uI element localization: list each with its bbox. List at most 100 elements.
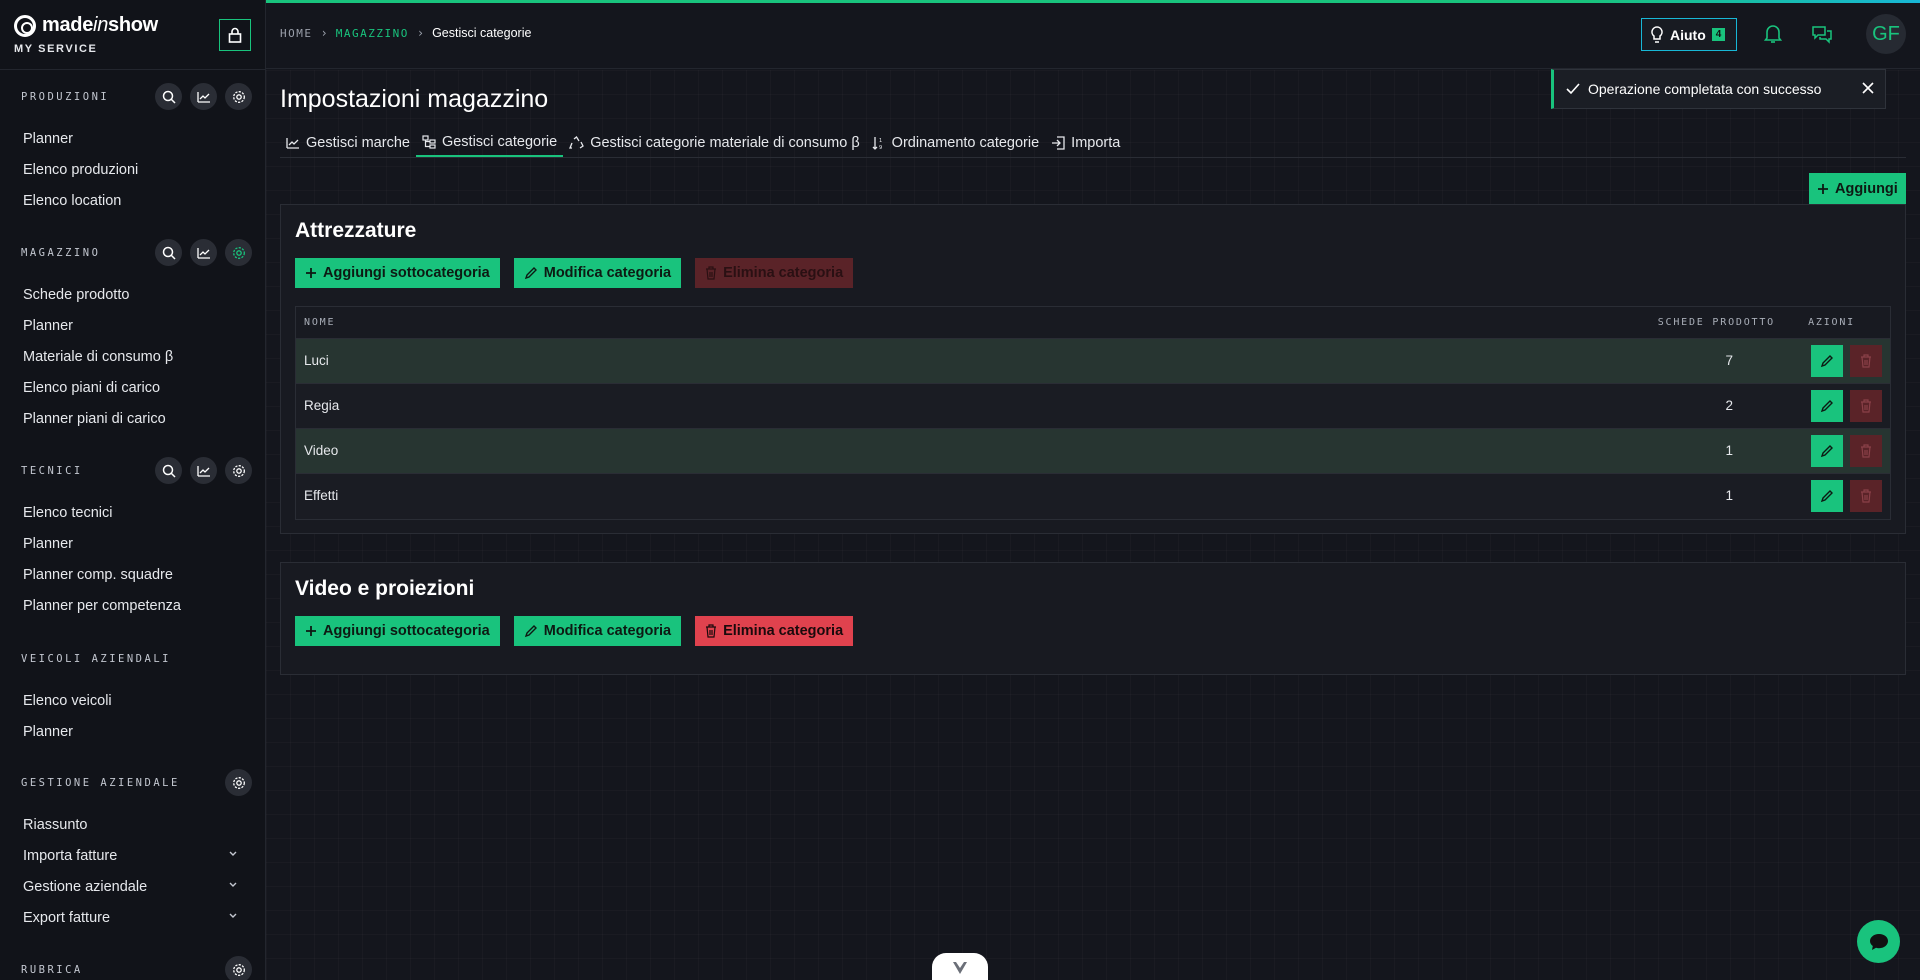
- row-edit-button[interactable]: [1811, 345, 1843, 377]
- sidebar-item-elenco-produzioni[interactable]: Elenco produzioni: [0, 154, 266, 185]
- add-subcategory-button[interactable]: Aggiungi sottocategoria: [295, 616, 500, 646]
- svg-text:1: 1: [879, 138, 882, 144]
- add-subcategory-button[interactable]: Aggiungi sottocategoria: [295, 258, 500, 288]
- section-header: RUBRICA: [0, 953, 266, 980]
- breadcrumb-home[interactable]: HOME: [280, 27, 313, 40]
- breadcrumb-magazzino[interactable]: MAGAZZINO: [336, 27, 409, 40]
- chart-icon[interactable]: [190, 457, 217, 484]
- search-icon[interactable]: [155, 83, 182, 110]
- nav-label: Export fatture: [23, 909, 111, 926]
- row-edit-button[interactable]: [1811, 480, 1843, 512]
- section-header: PRODUZIONI: [0, 80, 266, 114]
- tab-gestisci-marche[interactable]: Gestisci marche: [280, 128, 416, 157]
- delete-category-button[interactable]: Elimina categoria: [695, 258, 854, 288]
- table-row: Video 1: [296, 429, 1890, 474]
- sidebar-item-elenco-veicoli[interactable]: Elenco veicoli: [0, 685, 266, 716]
- sidebar-item-elenco-tecnici[interactable]: Elenco tecnici: [0, 497, 266, 528]
- row-delete-button[interactable]: [1850, 390, 1882, 422]
- tab-categorie-materiale-consumo[interactable]: Gestisci categorie materiale di consumo …: [563, 128, 865, 157]
- sidebar-section-magazzino: MAGAZZINO Schede prodotto Planner Materi…: [0, 236, 266, 434]
- trash-icon: [1861, 489, 1871, 503]
- svg-text:9: 9: [879, 145, 882, 150]
- sidebar-section-gestione: GESTIONE AZIENDALE Riassunto Importa fat…: [0, 766, 266, 933]
- btn-label: Modifica categoria: [543, 623, 672, 639]
- tab-gestisci-categorie[interactable]: Gestisci categorie: [415, 128, 564, 157]
- section-title: RUBRICA: [21, 964, 83, 976]
- sidebar-item-riassunto[interactable]: Riassunto: [0, 809, 266, 840]
- sidebar-item-export-fatture[interactable]: Export fatture: [0, 902, 266, 933]
- table-header: NOME SCHEDE PRODOTTO AZIONI: [296, 307, 1890, 339]
- lock-button[interactable]: [219, 19, 251, 51]
- nav-label: Gestione aziendale: [23, 878, 148, 895]
- section-title: MAGAZZINO: [21, 247, 101, 259]
- bell-icon[interactable]: [1764, 24, 1782, 44]
- row-name: Luci: [304, 353, 329, 368]
- chat-widget-button[interactable]: [1857, 920, 1900, 963]
- gear-icon[interactable]: [225, 239, 252, 266]
- pencil-icon: [1820, 490, 1833, 503]
- sidebar-item-planner[interactable]: Planner: [0, 716, 266, 747]
- sidebar-item-materiale-consumo[interactable]: Materiale di consumo β: [0, 341, 266, 372]
- sidebar-item-planner[interactable]: Planner: [0, 528, 266, 559]
- add-label: Aggiungi: [1835, 180, 1898, 197]
- plus-icon: [306, 626, 316, 636]
- chat-bubble-icon: [1869, 933, 1888, 950]
- row-count: 7: [1725, 353, 1733, 368]
- row-edit-button[interactable]: [1811, 390, 1843, 422]
- brand[interactable]: madeinshow MY SERVICE: [14, 14, 158, 55]
- gear-icon[interactable]: [225, 956, 252, 980]
- tab-label: Gestisci categorie materiale di consumo …: [590, 134, 860, 151]
- devtools-toggle[interactable]: [932, 953, 988, 980]
- gear-icon[interactable]: [225, 83, 252, 110]
- delete-category-button[interactable]: Elimina categoria: [695, 616, 854, 646]
- sidebar-item-schede-prodotto[interactable]: Schede prodotto: [0, 279, 266, 310]
- btn-label: Aggiungi sottocategoria: [323, 623, 490, 639]
- chart-icon[interactable]: [190, 83, 217, 110]
- gear-icon[interactable]: [225, 769, 252, 796]
- chevron-right-icon: ›: [416, 26, 425, 40]
- lock-icon: [228, 27, 242, 43]
- row-delete-button[interactable]: [1850, 480, 1882, 512]
- sidebar-item-elenco-piani-carico[interactable]: Elenco piani di carico: [0, 372, 266, 403]
- sidebar-item-gestione-aziendale[interactable]: Gestione aziendale: [0, 871, 266, 902]
- main-content: Impostazioni magazzino Operazione comple…: [266, 69, 1920, 980]
- help-count-badge: 4: [1711, 28, 1726, 41]
- sidebar-item-planner[interactable]: Planner: [0, 123, 266, 154]
- sidebar-item-importa-fatture[interactable]: Importa fatture: [0, 840, 266, 871]
- avatar[interactable]: GF: [1866, 14, 1906, 54]
- row-delete-button[interactable]: [1850, 345, 1882, 377]
- edit-category-button[interactable]: Modifica categoria: [513, 616, 682, 646]
- tab-ordinamento-categorie[interactable]: 19 Ordinamento categorie: [866, 128, 1046, 157]
- tab-importa[interactable]: Importa: [1045, 128, 1126, 157]
- close-icon[interactable]: [1861, 81, 1875, 95]
- vue-logo-icon: [953, 962, 967, 974]
- section-title: PRODUZIONI: [21, 91, 110, 103]
- settings-tabs: Gestisci marche Gestisci categorie Gesti…: [280, 128, 1906, 158]
- sidebar-item-planner-competenza[interactable]: Planner per competenza: [0, 590, 266, 621]
- sidebar: madeinshow MY SERVICE PRODUZIONI Planner…: [0, 0, 266, 980]
- sidebar-item-planner-piani-carico[interactable]: Planner piani di carico: [0, 403, 266, 434]
- search-icon[interactable]: [155, 239, 182, 266]
- col-header-count: SCHEDE PRODOTTO: [1657, 317, 1775, 328]
- sidebar-item-planner[interactable]: Planner: [0, 310, 266, 341]
- help-button[interactable]: Aiuto 4: [1641, 18, 1737, 51]
- section-title: GESTIONE AZIENDALE: [21, 777, 180, 789]
- trash-icon: [1861, 444, 1871, 458]
- section-header: GESTIONE AZIENDALE: [0, 766, 266, 800]
- category-tree-icon: [422, 134, 436, 149]
- edit-category-button[interactable]: Modifica categoria: [513, 258, 682, 288]
- sidebar-item-planner-comp-squadre[interactable]: Planner comp. squadre: [0, 559, 266, 590]
- chevron-right-icon: ›: [320, 26, 328, 40]
- add-category-button[interactable]: Aggiungi: [1809, 173, 1906, 204]
- chart-icon[interactable]: [190, 239, 217, 266]
- pencil-icon: [1820, 445, 1833, 458]
- row-edit-button[interactable]: [1811, 435, 1843, 467]
- breadcrumb: HOME › MAGAZZINO › Gestisci categorie: [280, 26, 531, 40]
- row-delete-button[interactable]: [1850, 435, 1882, 467]
- chat-icon[interactable]: [1811, 24, 1833, 44]
- gear-icon[interactable]: [225, 457, 252, 484]
- sidebar-item-elenco-location[interactable]: Elenco location: [0, 185, 266, 216]
- search-icon[interactable]: [155, 457, 182, 484]
- sidebar-section-veicoli: VEICOLI AZIENDALI Elenco veicoli Planner: [0, 642, 266, 747]
- section-title: VEICOLI AZIENDALI: [21, 653, 171, 665]
